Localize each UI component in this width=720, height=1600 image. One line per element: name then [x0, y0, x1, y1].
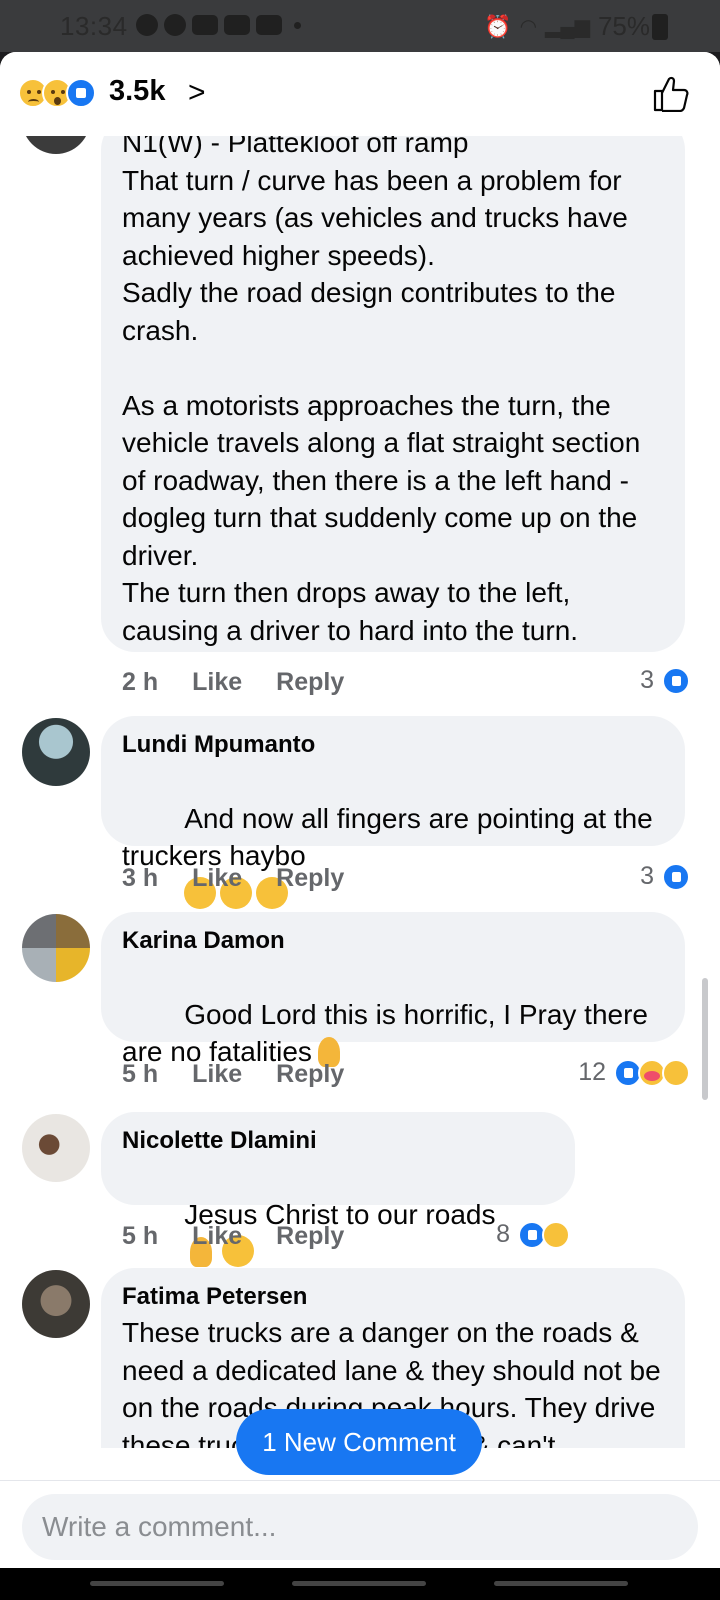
avatar[interactable]: [22, 718, 90, 786]
wifi-icon: ◠: [519, 16, 538, 38]
comment-author[interactable]: Fatima Petersen: [122, 1280, 665, 1314]
reactions-count[interactable]: 3.5k: [109, 75, 165, 108]
comment-text: N1(W) - Plattekloof off ramp That turn /…: [122, 136, 641, 646]
comment-author[interactable]: Nicolette Dlamini: [122, 1124, 555, 1158]
alarm-icon: ⏰: [484, 13, 512, 39]
reaction-count: 12: [578, 1058, 606, 1086]
reaction-count: 3: [640, 666, 654, 694]
chevron-right-icon[interactable]: >: [188, 76, 206, 110]
reply-button[interactable]: Reply: [276, 668, 344, 697]
comment-composer: [0, 1480, 720, 1568]
youtube-icon: [256, 15, 282, 35]
comment-actions: 3 h Like Reply: [122, 864, 344, 893]
like-button[interactable]: Like: [192, 1222, 242, 1251]
comment-reactions[interactable]: 3: [640, 666, 690, 695]
battery-icon: [652, 14, 668, 40]
comments-sheet: 3.5k > N1(W) - Plattekloof off ramp That…: [0, 52, 720, 1600]
recent-apps-button[interactable]: [90, 1581, 224, 1586]
comment-author[interactable]: Lundi Mpumanto: [122, 728, 665, 762]
comment-input[interactable]: [22, 1494, 698, 1560]
status-right: ⏰ ◠ ▂▄▆ 75%: [484, 11, 650, 42]
new-comment-button[interactable]: 1 New Comment: [236, 1409, 482, 1475]
comment-actions: 5 h Like Reply: [122, 1222, 344, 1251]
download-icon: [192, 15, 218, 35]
more-notifications-icon: [294, 21, 301, 29]
avatar[interactable]: [22, 1114, 90, 1182]
battery-percent: 75%: [597, 11, 650, 41]
comment-reactions[interactable]: 8: [496, 1220, 570, 1249]
thumbs-up-icon[interactable]: [652, 76, 690, 112]
sad-icon: [662, 1058, 690, 1087]
reaction-count: 3: [640, 862, 654, 890]
comment-actions: 2 h Like Reply: [122, 668, 344, 697]
status-time: 13:34: [60, 11, 128, 41]
signal-icon: ▂▄▆: [545, 16, 590, 38]
avatar[interactable]: [22, 136, 90, 154]
back-button[interactable]: [494, 1581, 628, 1586]
system-nav-bar: [0, 1568, 720, 1600]
youtube-icon: [224, 15, 250, 35]
like-icon: [662, 862, 690, 891]
reactions-header: 3.5k >: [0, 52, 720, 136]
comment-bubble[interactable]: Karina Damon Good Lord this is horrific,…: [101, 912, 685, 1067]
avatar[interactable]: [22, 914, 90, 982]
comment-reactions[interactable]: 12: [578, 1058, 690, 1087]
comment-actions: 5 h Like Reply: [122, 1060, 344, 1089]
reply-button[interactable]: Reply: [276, 1222, 344, 1251]
avatar[interactable]: [22, 1270, 90, 1338]
comment-text: And now all fingers are pointing at the …: [122, 802, 661, 872]
like-button[interactable]: Like: [192, 1060, 242, 1089]
facebook-icon: [164, 14, 186, 36]
comment-bubble[interactable]: N1(W) - Plattekloof off ramp That turn /…: [101, 136, 685, 652]
comment-author[interactable]: Karina Damon: [122, 924, 665, 958]
notification-icons: [136, 14, 301, 36]
reply-button[interactable]: Reply: [276, 1060, 344, 1089]
facebook-icon: [136, 14, 158, 36]
like-button[interactable]: Like: [192, 864, 242, 893]
comment-bubble[interactable]: Lundi Mpumanto And now all fingers are p…: [101, 716, 685, 909]
home-button[interactable]: [292, 1581, 426, 1586]
like-icon: [662, 666, 690, 695]
reply-button[interactable]: Reply: [276, 864, 344, 893]
scrollbar[interactable]: [702, 978, 708, 1100]
like-icon: [66, 78, 96, 108]
status-bar: 13:34 ⏰ ◠ ▂▄▆ 75%: [0, 0, 720, 52]
comment-time: 2 h: [122, 668, 159, 696]
comment-text: Good Lord this is horrific, I Pray there…: [122, 998, 656, 1068]
sad-icon: [542, 1220, 570, 1249]
comment-time: 5 h: [122, 1060, 159, 1088]
reactions-summary[interactable]: [18, 78, 96, 108]
like-button[interactable]: Like: [192, 668, 242, 697]
reaction-count: 8: [496, 1220, 510, 1248]
comment-time: 5 h: [122, 1222, 159, 1250]
comment-list[interactable]: N1(W) - Plattekloof off ramp That turn /…: [0, 136, 720, 1448]
comment-reactions[interactable]: 3: [640, 862, 690, 891]
comment-time: 3 h: [122, 864, 159, 892]
comment-bubble[interactable]: Nicolette Dlamini Jesus Christ to our ro…: [101, 1112, 575, 1267]
